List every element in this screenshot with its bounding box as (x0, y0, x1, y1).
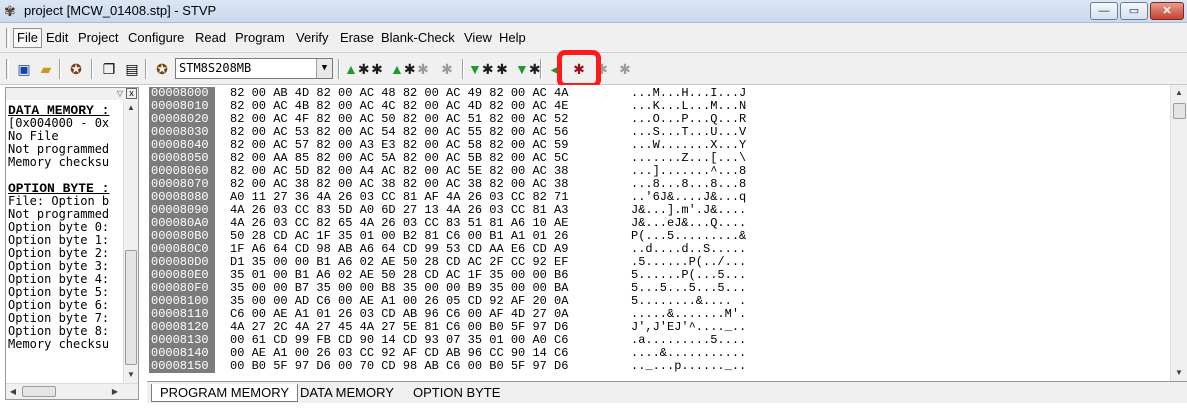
toolbar-separator (338, 59, 340, 79)
hex-memory-view[interactable]: 00008000 82 00 AB 4D 82 00 AC 48 82 00 AC… (147, 85, 1170, 379)
toolbar-separator (59, 59, 61, 79)
red-highlight-box (557, 50, 601, 88)
panel-log-line: Memory checksu (8, 337, 110, 351)
minimize-button[interactable]: — (1090, 2, 1118, 20)
read-all-icon[interactable]: ▲✱ (344, 60, 370, 78)
menu-verify[interactable]: Verify (294, 30, 331, 46)
panel-header: ▽ x (6, 88, 138, 100)
hex-vertical-scrollbar[interactable]: ▲ ▼ (1170, 85, 1187, 381)
toolbar-separator (91, 59, 93, 79)
tab-data-memory[interactable]: DATA MEMORY (292, 384, 402, 402)
scrollbar-thumb[interactable] (125, 250, 137, 365)
scroll-down-icon[interactable]: ▼ (1171, 365, 1187, 381)
read-option-icon[interactable]: ▲✱ (390, 60, 416, 78)
device-select[interactable]: STM8S208MB ▼ (175, 58, 333, 79)
scroll-left-icon[interactable]: ◀ (6, 384, 20, 400)
hex-bytes[interactable]: 00 B0 5F 97 D6 00 70 CD 98 AB C6 00 B0 5… (230, 360, 568, 373)
scroll-right-icon[interactable]: ▶ (108, 384, 122, 400)
device-select-value: STM8S208MB (179, 61, 252, 75)
scrollbar-thumb[interactable] (1173, 103, 1186, 119)
scroll-down-icon[interactable]: ▼ (124, 367, 138, 383)
read-disabled-icon: ✱ (417, 61, 429, 77)
paste-icon[interactable]: ▤ (122, 60, 142, 78)
toolbar-grip[interactable] (6, 59, 9, 79)
hex-address: 00008150 (149, 360, 215, 373)
toolbar-separator (540, 59, 542, 79)
close-button[interactable]: ✕ (1150, 2, 1184, 20)
window-title: project [MCW_01408.stp] - STVP (24, 3, 217, 18)
left-info-panel: ▽ x DATA MEMORY : [0x004000 - 0x No File No… (5, 87, 139, 400)
menu-blank-check[interactable]: Blank-Check (379, 30, 457, 46)
scrollbar-thumb[interactable] (22, 386, 56, 397)
program-current-icon[interactable]: ✱ (492, 60, 512, 78)
menu-program[interactable]: Program (233, 30, 287, 46)
verify-disabled-icon: ✱ (619, 61, 631, 77)
project-icon[interactable]: ✪ (66, 60, 86, 78)
close-icon[interactable]: x (126, 88, 137, 99)
panel-log-text: DATA MEMORY : [0x004000 - 0x No File Not pr… (8, 104, 122, 385)
chevron-down-icon[interactable]: ▼ (316, 59, 332, 78)
panel-vertical-scrollbar[interactable]: ▲ ▼ (123, 100, 138, 383)
menu-bar: File Edit Project Configure Read Program… (0, 23, 1187, 53)
open-icon[interactable]: ▰ (36, 60, 56, 78)
toolbar-separator (462, 59, 464, 79)
memory-tabs: PROGRAM MEMORY DATA MEMORY OPTION BYTE (147, 381, 1187, 403)
menubar-grip[interactable] (6, 28, 9, 48)
program-all-icon[interactable]: ▼✱ (468, 60, 494, 78)
copy-icon[interactable]: ❐ (99, 60, 119, 78)
menu-configure[interactable]: Configure (126, 30, 186, 46)
scroll-up-icon[interactable]: ▲ (1171, 85, 1187, 101)
save-icon[interactable]: ▣ (14, 60, 34, 78)
panel-horizontal-scrollbar[interactable]: ◀ ▶ (6, 383, 138, 399)
read-current-icon[interactable]: ✱ (367, 60, 387, 78)
toolbar-separator (145, 59, 147, 79)
menu-erase[interactable]: Erase (338, 30, 376, 46)
tab-program-memory[interactable]: PROGRAM MEMORY (151, 384, 299, 402)
menu-file[interactable]: File (13, 28, 42, 48)
menu-help[interactable]: Help (497, 30, 528, 46)
hex-row[interactable]: 00008150 00 B0 5F 97 D6 00 70 CD 98 AB C6… (147, 360, 1170, 373)
chevron-down-icon[interactable]: ▽ (115, 89, 125, 99)
tab-option-byte[interactable]: OPTION BYTE (405, 384, 508, 402)
menu-edit[interactable]: Edit (44, 30, 70, 46)
menu-view[interactable]: View (462, 30, 494, 46)
hex-ascii[interactable]: .._...p......_.. (631, 360, 746, 373)
stvp-app-icon: ✾ (4, 3, 16, 19)
read-disabled-icon: ✱ (441, 61, 453, 77)
menu-project[interactable]: Project (76, 30, 120, 46)
device-chip-icon: ✪ (156, 61, 168, 77)
panel-log-line: Memory checksu (8, 155, 110, 169)
program-option-icon[interactable]: ▼✱ (515, 60, 541, 78)
maximize-button[interactable]: ▭ (1120, 2, 1148, 20)
scroll-up-icon[interactable]: ▲ (124, 100, 138, 116)
title-bar: ✾ project [MCW_01408.stp] - STVP — ▭ ✕ (0, 0, 1187, 23)
menu-read[interactable]: Read (193, 30, 228, 46)
